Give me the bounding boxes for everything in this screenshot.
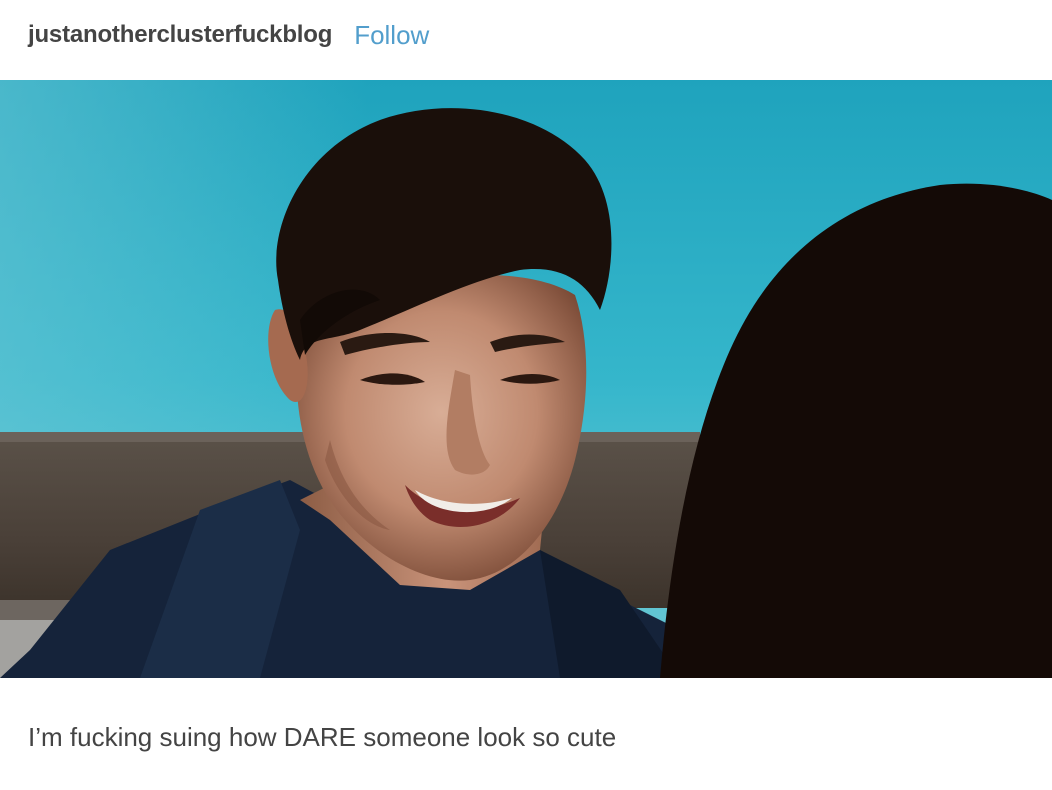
gif-illustration — [0, 80, 1052, 678]
post-header: justanotherclusterfuckblog Follow — [28, 18, 429, 52]
follow-button[interactable]: Follow — [354, 20, 429, 51]
post-gif[interactable] — [0, 80, 1052, 678]
blog-name-link[interactable]: justanotherclusterfuckblog — [28, 21, 332, 49]
post-caption: I’m fucking suing how DARE someone look … — [28, 722, 617, 752]
